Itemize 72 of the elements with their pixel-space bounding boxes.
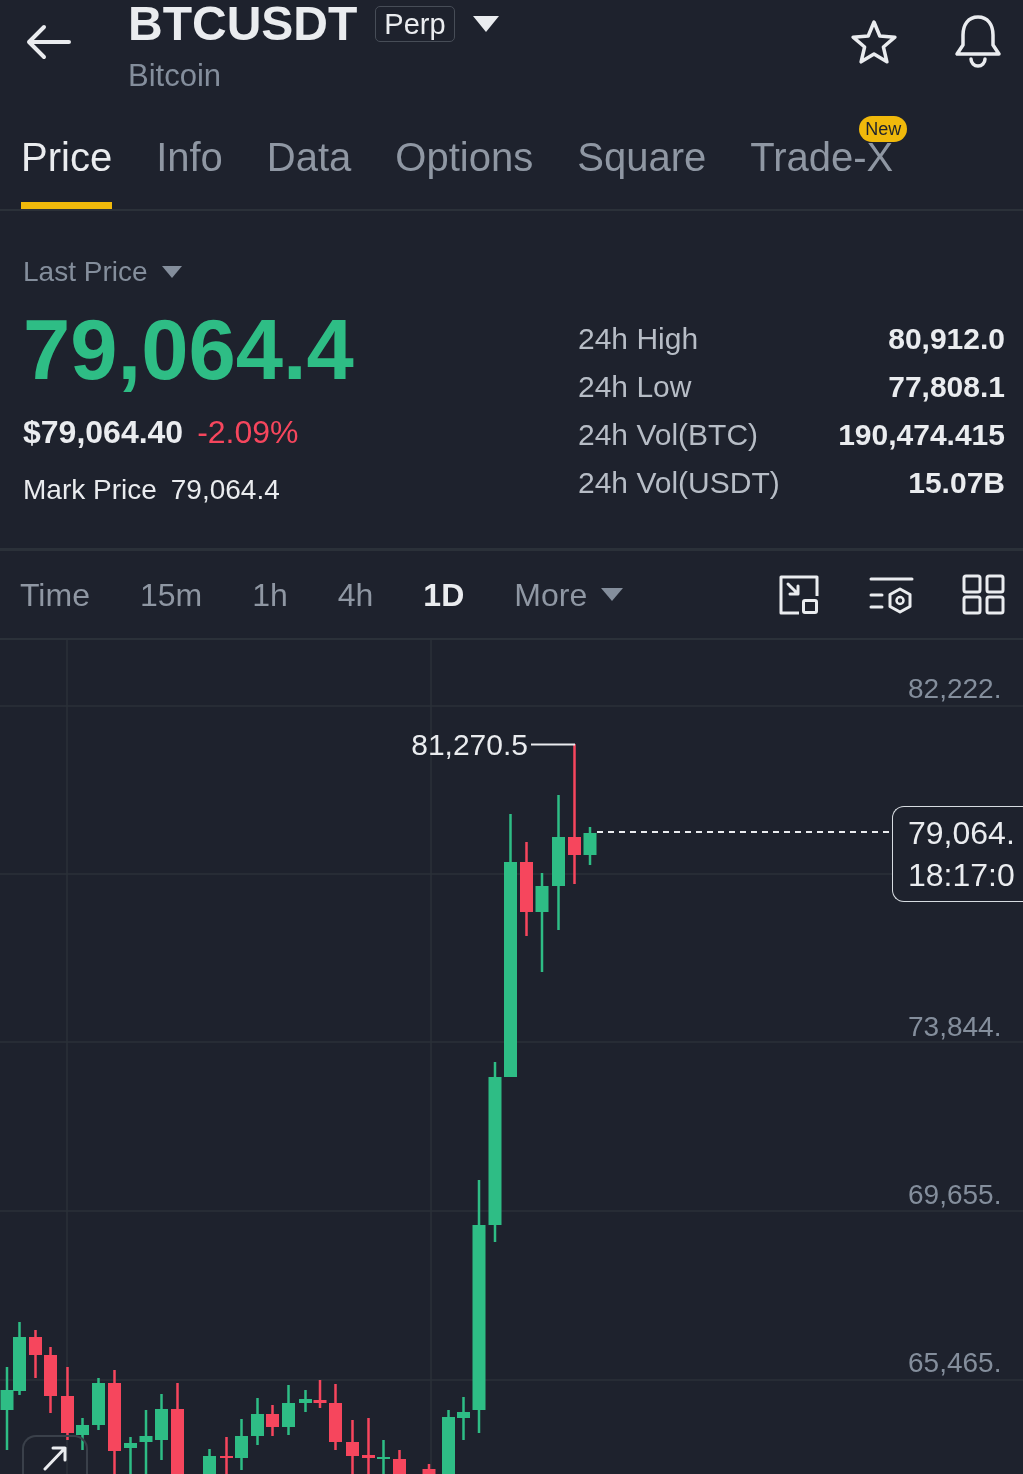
candle [235,1419,248,1470]
caret-icon [161,266,182,278]
mark-price-label: Mark Price [23,473,157,507]
candle [220,1437,233,1474]
stat-value: 80,912.0 [888,322,1005,356]
candle [266,1405,279,1436]
candle [155,1394,168,1460]
interval-tab[interactable]: Time [20,574,90,615]
candle [92,1378,105,1430]
price-change: -2.09% [197,413,299,452]
candle [29,1330,42,1378]
back-arrow-icon[interactable] [25,24,71,60]
mark-price-value: 79,064.4 [170,473,280,507]
bell-icon[interactable] [953,14,1003,68]
candle [583,827,597,865]
tab[interactable]: Info [156,112,223,209]
candle [139,1410,153,1474]
more-dropdown[interactable]: More [514,574,624,615]
stat-label: 24h Low [578,370,692,404]
contract-badge: Perp [375,6,455,42]
last-price: 79,064.4 [23,305,354,395]
candle [393,1450,406,1474]
symbol-title: BTCUSDT [128,0,358,48]
stat-label: 24h High [578,322,699,356]
axis-label: 65,465. [908,1346,1002,1380]
caret-icon[interactable] [472,16,499,32]
stat-value: 77,808.1 [888,370,1005,404]
candle [282,1385,295,1435]
candle [329,1384,342,1450]
tab[interactable]: Trade-X New [750,112,908,209]
candle [457,1397,470,1440]
stat-value: 190,474.415 [838,418,1005,452]
caret-icon [601,588,624,601]
high-price-label: 81,270.5 [411,727,528,763]
arrow-icon [42,1445,68,1471]
candle [251,1398,264,1445]
star-icon[interactable] [849,19,899,66]
interval-tab[interactable]: 1h [252,574,288,615]
leader-line [530,743,576,746]
candle [299,1390,312,1412]
tab[interactable]: Square [577,112,707,209]
candle [124,1437,137,1474]
stat-value: 15.07B [908,466,1005,500]
interval-tab[interactable]: 15m [139,574,203,615]
new-badge: New [859,116,908,142]
candle [346,1420,359,1474]
grid-icon[interactable] [962,574,1005,615]
axis-label: 69,655. [908,1178,1002,1212]
candle [313,1380,327,1408]
frame-arrow-icon[interactable] [778,574,820,615]
candle [44,1347,57,1413]
expand-button[interactable] [22,1435,88,1474]
stat-label: 24h Vol(USDT) [578,466,780,500]
axis-label: 82,222. [908,672,1002,706]
candle [362,1418,375,1474]
candle [377,1440,390,1474]
interval-tab[interactable]: 1D [423,574,465,615]
price-tag-time: 18:17:0 [908,856,1015,895]
candle [76,1418,89,1450]
symbol-name: Bitcoin [128,59,222,93]
tab[interactable]: Price [21,112,113,209]
stat-label: 24h Vol(BTC) [578,418,759,452]
candle [442,1410,455,1474]
candle [422,1464,436,1474]
tab[interactable]: Data [266,112,352,209]
usd-price: $79,064.40 [23,413,184,452]
price-tag-price: 79,064. [908,814,1015,853]
axis-label: 73,844. [908,1010,1002,1044]
candle [203,1449,216,1474]
price-type-dropdown[interactable]: Last Price [23,255,182,289]
interval-tab[interactable]: 4h [337,574,374,615]
tab[interactable]: Options [395,112,534,209]
